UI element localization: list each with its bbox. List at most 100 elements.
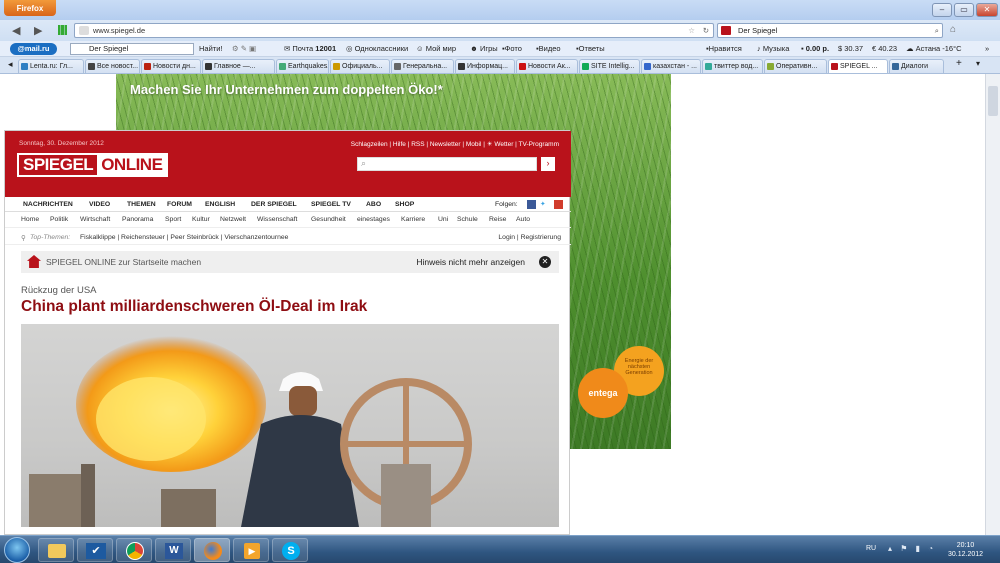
nav-video[interactable]: VIDEO — [89, 201, 110, 208]
start-button[interactable] — [4, 537, 30, 563]
section-reise[interactable]: Reise — [489, 216, 506, 223]
toolbar-likes[interactable]: ▪Нравится — [706, 44, 742, 53]
tab-scroll-left-icon[interactable]: ◂ — [8, 59, 13, 70]
section-wissenschaft[interactable]: Wissenschaft — [257, 216, 297, 223]
nav-forum[interactable]: FORUM — [167, 201, 192, 208]
section-uni[interactable]: Uni — [438, 216, 448, 223]
tab-item[interactable]: твиттер вод... — [702, 59, 763, 73]
tab-item[interactable]: казахстан - ... — [641, 59, 701, 73]
tab-item[interactable]: Lenta.ru: Гл... — [18, 59, 84, 73]
taskbar-media[interactable]: ▶ — [233, 538, 269, 562]
site-identity-icon[interactable] — [79, 26, 89, 35]
taskbar-word[interactable]: W — [155, 538, 191, 562]
nav-shop[interactable]: SHOP — [395, 201, 414, 208]
taskbar-clock[interactable]: 20:10 30.12.2012 — [948, 541, 983, 559]
maximize-button[interactable]: ▭ — [954, 3, 974, 17]
homepage-prompt-text[interactable]: SPIEGEL ONLINE zur Startseite machen — [46, 257, 201, 267]
toolbar-tools-icons[interactable]: ⚙ ✎ ▣ — [232, 44, 256, 53]
close-icon[interactable]: ✕ — [539, 256, 551, 268]
nav-nachrichten[interactable]: NACHRICHTEN — [23, 201, 73, 208]
article-kicker[interactable]: Rückzug der USA — [21, 285, 97, 296]
top-themes-links[interactable]: Fiskalklippe | Reichensteuer | Peer Stei… — [80, 234, 288, 241]
toolbar-eur[interactable]: € 40.23 — [872, 44, 897, 53]
tab-item[interactable]: Генеральна... — [391, 59, 454, 73]
tab-item[interactable]: Новости Ак... — [516, 59, 578, 73]
close-button[interactable]: ✕ — [976, 3, 998, 17]
tab-item[interactable]: SITE Intellig... — [579, 59, 640, 73]
section-kultur[interactable]: Kultur — [192, 216, 210, 223]
section-home[interactable]: Home — [21, 216, 39, 223]
toolbar-mail[interactable]: ✉ Почта 12001 — [284, 44, 336, 53]
nav-der-spiegel[interactable]: DER SPIEGEL — [251, 201, 297, 208]
toolbar-moy-mir[interactable]: ☺ Мой мир — [416, 44, 456, 53]
facebook-icon[interactable] — [527, 200, 536, 209]
mailru-logo[interactable]: @mail.ru — [10, 43, 57, 55]
toolbar-balance[interactable]: ▪ 0.00 р. — [801, 44, 829, 53]
article-headline[interactable]: China plant milliardenschweren Öl-Deal i… — [21, 298, 367, 316]
dismiss-hint-link[interactable]: Hinweis nicht mehr anzeigen — [416, 257, 525, 267]
minimize-button[interactable]: – — [932, 3, 952, 17]
entega-logo[interactable]: entega — [578, 368, 628, 418]
section-politik[interactable]: Politik — [50, 216, 68, 223]
tab-item[interactable]: Диалоги — [889, 59, 944, 73]
toolbar-more-icon[interactable]: » — [985, 44, 989, 53]
taskbar-firefox[interactable] — [194, 538, 230, 562]
taskbar-explorer[interactable] — [38, 538, 74, 562]
tab-item[interactable]: Earthquakes... — [276, 59, 329, 73]
toolbar-photo[interactable]: ▪Фото — [502, 44, 522, 53]
article-image[interactable] — [21, 324, 559, 527]
nav-themen[interactable]: THEMEN — [127, 201, 156, 208]
scrollbar-thumb[interactable] — [988, 86, 998, 116]
reload-icon[interactable]: ↻ — [703, 24, 709, 37]
back-icon[interactable]: ◀ — [12, 24, 20, 37]
login-links[interactable]: Login | Registrierung — [498, 234, 561, 241]
section-einestages[interactable]: einestages — [357, 216, 390, 223]
ad-headline[interactable]: Machen Sie Ihr Unternehmen zum doppelten… — [130, 82, 443, 97]
tab-item[interactable]: Официаль... — [330, 59, 390, 73]
spiegel-logo[interactable]: SPIEGEL ONLINE — [17, 153, 169, 177]
header-links[interactable]: Schlagzeilen | Hilfe | RSS | Newsletter … — [351, 140, 559, 148]
toolbar-odnoklassniki[interactable]: ◎ Одноклассники — [346, 44, 408, 53]
spiegel-search-button[interactable]: › — [541, 157, 555, 171]
tab-item[interactable]: Оперативн... — [764, 59, 827, 73]
section-auto[interactable]: Auto — [516, 216, 530, 223]
language-indicator[interactable]: RU — [866, 545, 876, 552]
bookmark-star-icon[interactable]: ☆ — [688, 24, 695, 37]
spiegel-search-input[interactable]: ⌕ — [357, 157, 537, 171]
tab-list-icon[interactable]: ▾ — [976, 59, 980, 68]
browser-search-box[interactable]: Der Spiegel ⌕ — [717, 23, 943, 38]
section-netzwelt[interactable]: Netzwelt — [220, 216, 246, 223]
tab-item[interactable]: Главное —... — [202, 59, 275, 73]
toolbar-games[interactable]: ☻ Игры — [470, 44, 498, 53]
tray-icons[interactable]: ▴ ⚑ ▮ ◔ — [888, 544, 936, 553]
firefox-menu-button[interactable]: Firefox — [4, 0, 56, 16]
toolbar-music[interactable]: ♪ Музыка — [757, 44, 789, 53]
home-icon[interactable]: ⌂ — [950, 24, 956, 35]
googleplus-icon[interactable] — [554, 200, 563, 209]
tab-item[interactable]: Все новост... — [85, 59, 140, 73]
nav-english[interactable]: ENGLISH — [205, 201, 235, 208]
toolbar-search-input[interactable]: Der Spiegel — [70, 43, 194, 55]
search-engine-icon[interactable] — [721, 26, 731, 35]
toolbar-answers[interactable]: ▪Ответы — [576, 44, 605, 53]
section-karriere[interactable]: Karriere — [401, 216, 425, 223]
taskbar-skype[interactable]: S — [272, 538, 308, 562]
tab-item[interactable]: SPIEGEL ... — [828, 59, 888, 73]
taskbar-chrome[interactable] — [116, 538, 152, 562]
section-panorama[interactable]: Panorama — [122, 216, 153, 223]
toolbar-find-button[interactable]: Найти! — [199, 44, 223, 53]
tab-item[interactable]: Новости дн... — [141, 59, 201, 73]
section-wirtschaft[interactable]: Wirtschaft — [80, 216, 110, 223]
section-gesundheit[interactable]: Gesundheit — [311, 216, 346, 223]
nav-spiegel-tv[interactable]: SPIEGEL TV — [311, 201, 351, 208]
taskbar-app-checkmark[interactable]: ✔ — [77, 538, 113, 562]
section-schule[interactable]: Schule — [457, 216, 478, 223]
toolbar-weather[interactable]: ☁ Астана -16°C — [906, 44, 962, 53]
search-icon[interactable]: ⌕ — [935, 24, 939, 37]
twitter-icon[interactable]: ✦ — [540, 200, 546, 208]
new-tab-icon[interactable]: + — [956, 58, 962, 69]
toolbar-usd[interactable]: $ 30.37 — [838, 44, 863, 53]
section-sport[interactable]: Sport — [165, 216, 181, 223]
url-bar[interactable]: www.spiegel.de ☆ ↻ — [74, 23, 714, 38]
toolbar-video[interactable]: ▪Видео — [536, 44, 561, 53]
